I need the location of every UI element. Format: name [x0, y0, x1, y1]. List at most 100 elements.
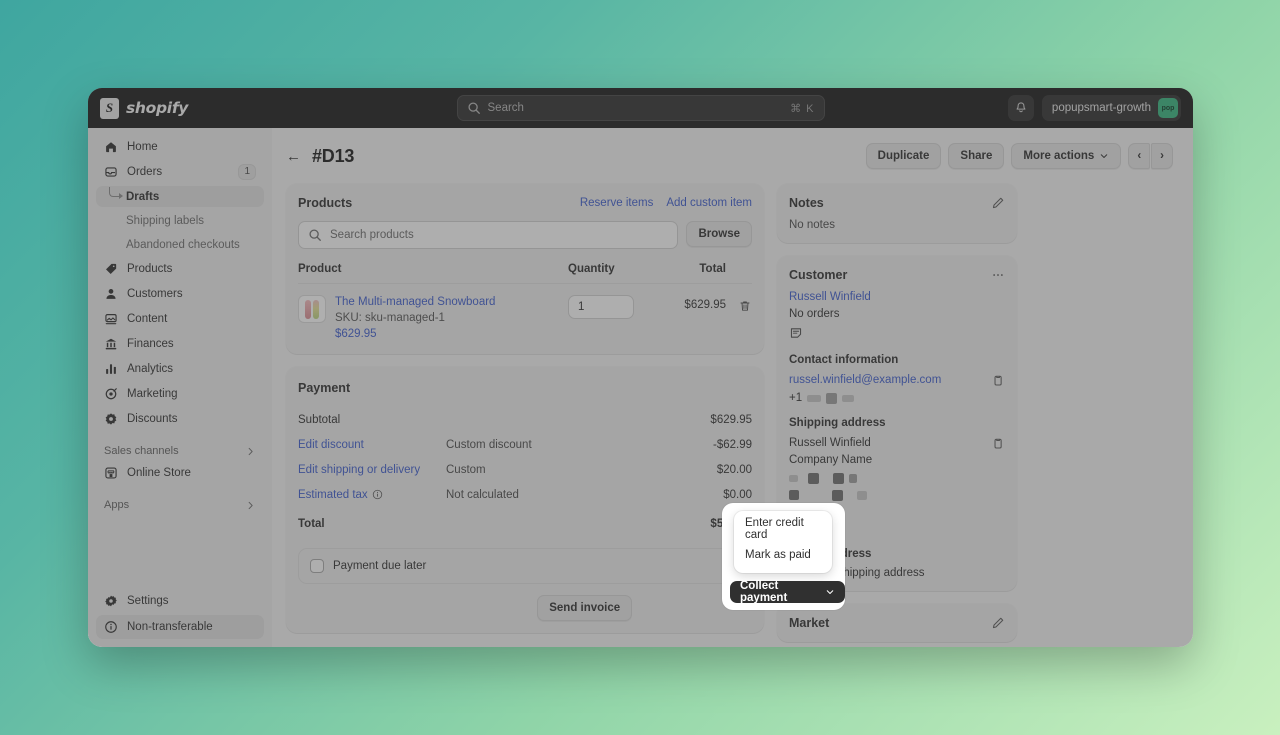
payment-card: Payment Subtotal $629.95 Edit discount C	[286, 367, 764, 633]
content-icon	[104, 312, 118, 326]
page-header-actions: Duplicate Share More actions ‹	[866, 143, 1173, 169]
snowboard-shape	[305, 300, 311, 319]
customer-more-button[interactable]	[991, 268, 1005, 282]
redacted-address-line	[789, 489, 1005, 501]
next-order-button[interactable]: ›	[1151, 143, 1173, 169]
duplicate-button[interactable]: Duplicate	[866, 143, 942, 169]
discount-desc: Custom discount	[446, 439, 713, 451]
info-icon	[104, 620, 118, 634]
add-custom-item-link[interactable]: Add custom item	[666, 197, 752, 209]
estimated-tax-link[interactable]: Estimated tax	[298, 489, 368, 501]
sidebar-item-discounts[interactable]: Discounts	[96, 408, 264, 430]
sidebar-item-marketing[interactable]: Marketing	[96, 383, 264, 405]
global-search-input[interactable]: Search ⌘ K	[457, 95, 825, 121]
info-icon[interactable]	[372, 489, 383, 500]
sidebar-item-settings[interactable]: Settings	[96, 590, 264, 612]
menu-item-enter-credit-card[interactable]: Enter credit card	[738, 516, 828, 542]
search-products-input[interactable]: Search products	[298, 221, 678, 249]
sidebar-item-products[interactable]: Products	[96, 258, 264, 280]
quantity-input[interactable]: 1	[568, 295, 634, 319]
sidebar-footer: Settings Non-transferable	[96, 590, 264, 647]
sidebar-section-sales-channels[interactable]: Sales channels	[96, 440, 264, 462]
redacted-block	[808, 473, 819, 484]
copy-email-button[interactable]	[991, 374, 1005, 388]
product-search-row: Search products Browse	[298, 221, 752, 249]
remove-line-item-button[interactable]	[726, 295, 752, 313]
edit-market-button[interactable]	[991, 616, 1005, 630]
redacted-block	[849, 474, 857, 483]
customer-title: Customer	[789, 268, 847, 282]
edit-notes-button[interactable]	[991, 196, 1005, 210]
copy-address-button[interactable]	[991, 437, 1005, 451]
menu-item-mark-as-paid[interactable]: Mark as paid	[738, 542, 828, 568]
customer-orders-count: No orders	[789, 308, 1005, 320]
sidebar-item-content[interactable]: Content	[96, 308, 264, 330]
sidebar-item-orders[interactable]: Orders 1	[96, 161, 264, 183]
sidebar-item-label: Content	[127, 313, 256, 325]
payment-due-later-row[interactable]: Payment due later	[298, 548, 752, 584]
sidebar-item-analytics[interactable]: Analytics	[96, 358, 264, 380]
sidebar-item-label: Finances	[127, 338, 256, 350]
prev-label: ‹	[1137, 150, 1141, 162]
sidebar-item-customers[interactable]: Customers	[96, 283, 264, 305]
sidebar-item-label: Customers	[127, 288, 256, 300]
sidebar-item-non-transferable[interactable]: Non-transferable	[96, 615, 264, 639]
redacted-block	[832, 490, 843, 501]
sidebar-item-finances[interactable]: Finances	[96, 333, 264, 355]
sidebar-item-abandoned-checkouts[interactable]: Abandoned checkouts	[96, 234, 264, 255]
orders-badge: 1	[238, 164, 256, 180]
search-shortcut-hint: ⌘ K	[790, 102, 814, 115]
sidebar-item-label: Analytics	[127, 363, 256, 375]
sidebar-item-label: Abandoned checkouts	[126, 239, 256, 251]
chevron-down-icon	[1099, 151, 1109, 161]
more-actions-button[interactable]: More actions	[1011, 143, 1121, 169]
shipping-name-row: Russell Winfield	[789, 437, 1005, 451]
product-name-link[interactable]: The Multi-managed Snowboard	[335, 295, 495, 310]
search-placeholder-text: Search	[488, 102, 784, 114]
trash-icon	[738, 299, 752, 313]
redacted-block	[826, 393, 837, 404]
shipping-address-title: Shipping address	[789, 417, 1005, 429]
customer-name-link[interactable]: Russell Winfield	[789, 291, 1005, 303]
sidebar-section-apps[interactable]: Apps	[96, 494, 264, 516]
browse-button[interactable]: Browse	[686, 221, 752, 247]
product-price-link[interactable]: $629.95	[335, 326, 495, 342]
payment-row-tax: Estimated tax Not calculated $0.00	[298, 482, 752, 507]
market-title: Market	[789, 616, 829, 630]
payment-title: Payment	[298, 381, 350, 395]
sidebar-item-shipping-labels[interactable]: Shipping labels	[96, 210, 264, 231]
chevron-down-icon	[825, 587, 835, 597]
prev-order-button[interactable]: ‹	[1128, 143, 1150, 169]
account-button[interactable]: popupsmart-growth pop	[1042, 95, 1181, 121]
products-card-header: Products Reserve items Add custom item	[298, 196, 752, 210]
customer-note-button[interactable]	[789, 326, 1005, 340]
send-invoice-button[interactable]: Send invoice	[537, 595, 632, 621]
contact-information-title: Contact information	[789, 354, 1005, 366]
collect-payment-spotlight: Enter credit card Mark as paid Collect p…	[722, 503, 845, 610]
share-button[interactable]: Share	[948, 143, 1004, 169]
notifications-button[interactable]	[1008, 95, 1034, 121]
store-icon	[104, 466, 118, 480]
sidebar-item-drafts[interactable]: Drafts	[96, 186, 264, 207]
payment-due-later-checkbox[interactable]	[310, 559, 324, 573]
sidebar-item-home[interactable]: Home	[96, 136, 264, 158]
edit-shipping-link[interactable]: Edit shipping or delivery	[298, 464, 446, 476]
tag-icon	[104, 262, 118, 276]
collect-payment-button[interactable]: Collect payment	[730, 581, 845, 603]
quantity-cell: 1	[568, 295, 664, 319]
section-label: Apps	[104, 499, 245, 511]
shopify-logo[interactable]: S shopify	[100, 98, 188, 119]
customer-email-link[interactable]: russel.winfield@example.com	[789, 374, 941, 386]
back-arrow-icon[interactable]: ←	[286, 149, 301, 164]
chevron-right-icon	[245, 446, 256, 457]
edit-discount-link[interactable]: Edit discount	[298, 439, 446, 451]
bars-icon	[104, 362, 118, 376]
sidebar-item-label: Discounts	[127, 413, 256, 425]
snowboard-shape	[313, 300, 319, 319]
gear-icon	[104, 594, 118, 608]
sidebar-item-label: Shipping labels	[126, 215, 256, 227]
shipping-company: Company Name	[789, 454, 1005, 466]
estimated-tax-group: Estimated tax	[298, 489, 446, 501]
sidebar-item-online-store[interactable]: Online Store	[96, 462, 264, 484]
reserve-items-link[interactable]: Reserve items	[580, 197, 654, 209]
